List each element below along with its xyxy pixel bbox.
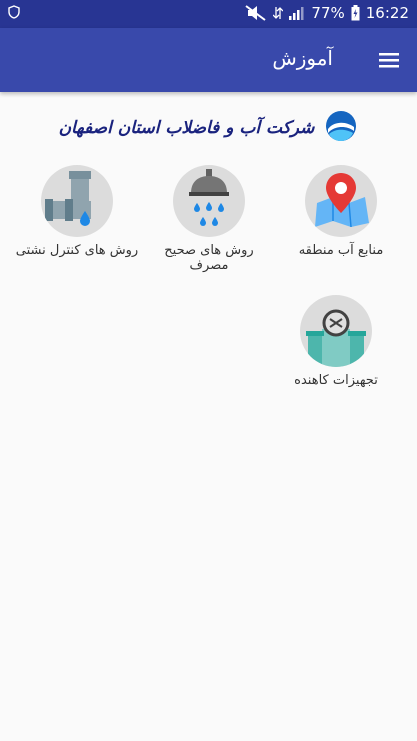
clock: 16:22 <box>365 4 409 22</box>
tile-water-resources[interactable]: منابع آب منطقه <box>276 165 406 258</box>
tile-icon-circle <box>173 165 245 237</box>
battery-charging-icon <box>351 5 360 21</box>
app-bar: آموزش <box>0 28 417 92</box>
page-title: آموزش <box>272 46 333 70</box>
tile-reducing-equipment[interactable]: تجهیزات کاهنده <box>271 295 401 388</box>
tile-icon-circle <box>305 165 377 237</box>
tile-icon-circle <box>300 295 372 367</box>
company-banner: شرکت آب و فاضلاب استان اصفهان <box>0 108 417 148</box>
shower-head-icon <box>189 169 229 226</box>
battery-percent: 77% <box>311 4 345 22</box>
status-bar: 77% 16:22 <box>0 0 417 28</box>
shield-notification-icon <box>8 5 20 23</box>
water-drop-logo-icon <box>324 109 358 147</box>
company-name: شرکت آب و فاضلاب استان اصفهان <box>58 118 315 138</box>
tile-leak-control[interactable]: روش های کنترل نشتی <box>12 165 142 258</box>
signal-strength-icon <box>289 6 305 20</box>
tile-label: روش های صحیح مصرف <box>164 243 254 273</box>
tile-label: روش های کنترل نشتی <box>15 243 139 258</box>
tile-label: تجهیزات کاهنده <box>294 373 378 388</box>
tile-label: منابع آب منطقه <box>298 243 384 258</box>
data-transfer-icon <box>273 6 284 20</box>
tile-icon-circle <box>41 165 113 237</box>
mute-icon <box>245 5 267 21</box>
hamburger-menu-icon[interactable] <box>377 48 401 72</box>
tile-consumption-methods[interactable]: روش های صحیح مصرف <box>144 165 274 273</box>
pipe-gauge-icon <box>306 309 366 367</box>
leaking-pipe-icon <box>45 171 91 226</box>
map-pin-icon <box>315 173 369 228</box>
